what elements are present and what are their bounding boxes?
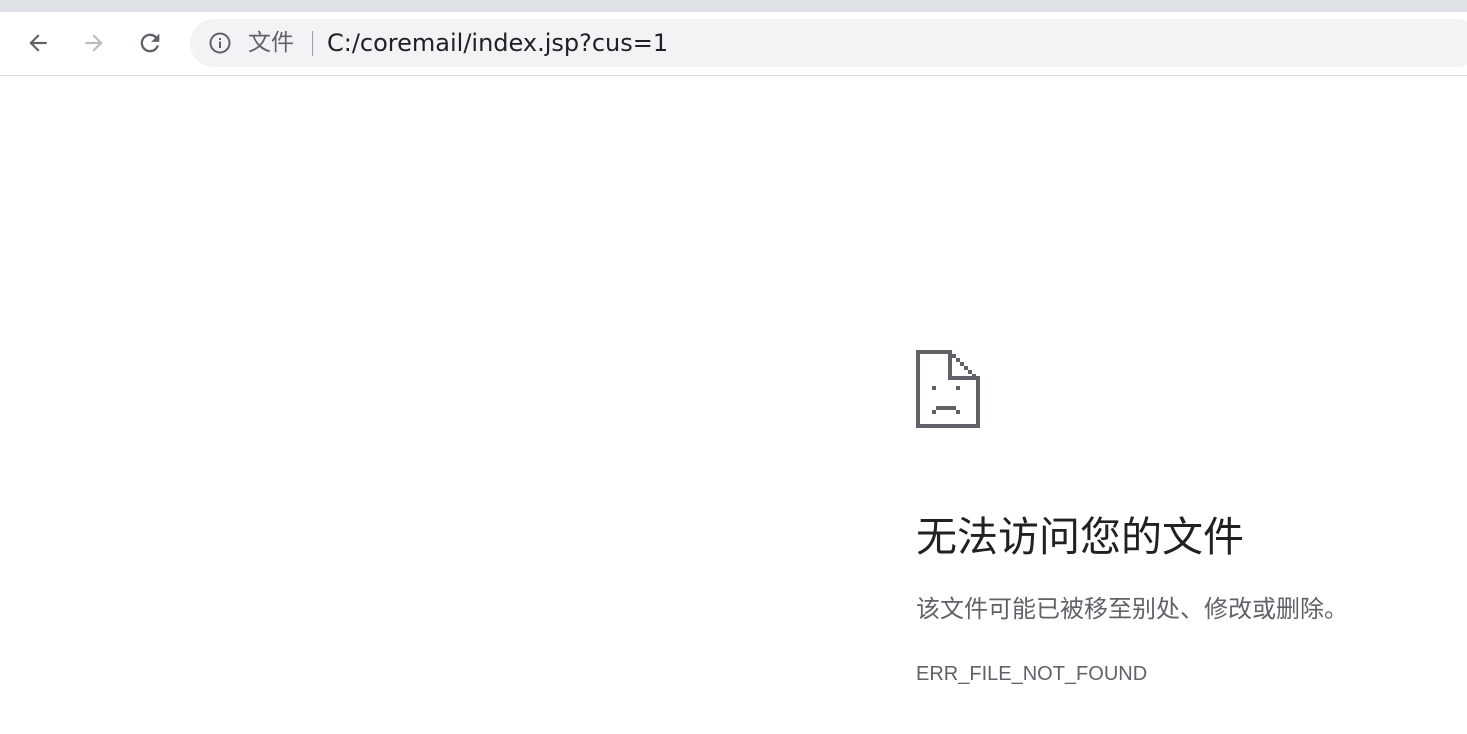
address-bar[interactable]: 文件 C:/coremail/index.jsp?cus=1 [190,19,1467,67]
sad-file-icon [916,350,980,428]
arrow-left-icon [29,34,47,52]
browser-toolbar: 文件 C:/coremail/index.jsp?cus=1 [0,12,1467,76]
arrow-right-icon [85,34,103,52]
scheme-chip[interactable]: 文件 [248,28,294,58]
url-text[interactable]: C:/coremail/index.jsp?cus=1 [327,28,668,58]
error-code: ERR_FILE_NOT_FOUND [916,663,1148,685]
error-heading: 无法访问您的文件 [916,513,1244,561]
error-message: 该文件可能已被移至别处、修改或删除。 [916,595,1348,623]
forward-button[interactable] [77,26,111,60]
tab-strip [0,0,1467,12]
omnibox-divider [312,31,313,56]
reload-button[interactable] [133,26,167,60]
back-button[interactable] [21,26,55,60]
reload-icon [140,33,160,53]
info-icon[interactable] [208,31,232,55]
